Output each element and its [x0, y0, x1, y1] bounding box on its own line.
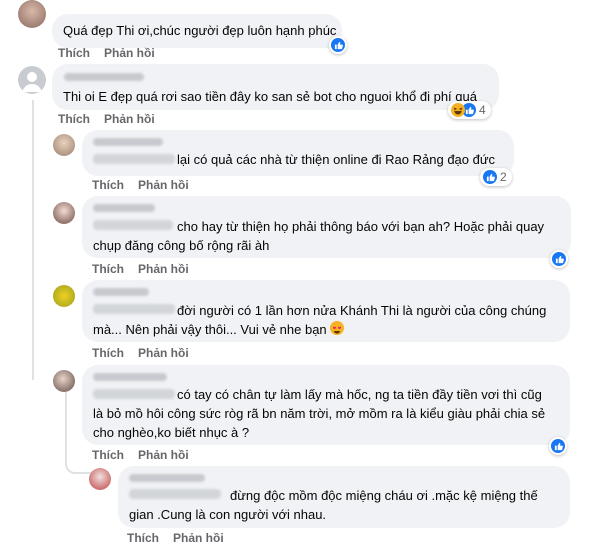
haha-reaction-icon	[451, 103, 465, 117]
comment-actions: Thích Phản hồi	[127, 531, 238, 545]
avatar[interactable]	[53, 202, 75, 224]
like-link[interactable]: Thích	[58, 112, 90, 126]
comment-actions: Thích Phản hồi	[92, 346, 203, 360]
comment-actions: Thích Phản hồi	[92, 178, 203, 192]
avatar[interactable]	[53, 134, 75, 156]
comment-bubble: đừng độc mồm độc miệng cháu ơi .mặc kệ m…	[118, 466, 570, 528]
tagged-name-blurred	[93, 389, 175, 399]
comment-actions: Thích Phản hồi	[92, 448, 203, 462]
reply-link[interactable]: Phản hồi	[138, 262, 189, 276]
tagged-name-blurred	[93, 304, 175, 314]
reply-link[interactable]: Phản hồi	[104, 112, 155, 126]
comment-bubble: lại có quả các nhà từ thiện online đi Ra…	[82, 130, 514, 176]
like-reaction-icon	[552, 252, 566, 266]
heart-eyes-emoji-icon	[330, 321, 345, 335]
comment-text-line: là bỏ mồ hôi công sức ròg rã bn năm trời…	[93, 406, 546, 421]
reply-link[interactable]: Phản hồi	[138, 346, 189, 360]
reaction-badge[interactable]: 4	[448, 101, 491, 119]
comment-actions: Thích Phản hồi	[58, 112, 169, 126]
comment-text-line: có tay có chân tự làm lấy mà hốc, ng ta …	[177, 387, 542, 402]
reply-link[interactable]: Phản hồi	[173, 531, 224, 545]
tagged-name-blurred	[93, 154, 175, 164]
comment-text-line: đời người có 1 lần hơn nửa Khánh Thi là …	[177, 303, 547, 318]
commenter-name-blurred	[93, 204, 155, 212]
commenter-name-blurred	[129, 474, 205, 482]
comment-text-line: cho nghèo,ko biết nhục à ?	[93, 425, 250, 440]
avatar[interactable]	[53, 285, 75, 307]
tagged-name-blurred	[129, 489, 221, 499]
reaction-badge[interactable]: 2	[480, 168, 512, 186]
comment-bubble: có tay có chân tự làm lấy mà hốc, ng ta …	[82, 365, 570, 445]
comment-text-line: mà... Nên phải vậy thôi... Vui vẻ nhe bạ…	[93, 319, 345, 340]
comment-text: Thi oi E đẹp quá rơi sao tiền đây ko san…	[63, 89, 477, 104]
comment-text-line: đừng độc mồm độc miệng cháu ơi .mặc kệ m…	[230, 488, 538, 503]
avatar[interactable]	[53, 370, 75, 392]
like-link[interactable]: Thích	[127, 531, 159, 545]
thread-line	[32, 100, 34, 380]
comment-text: Quá đẹp Thi ơi,chúc người đẹp luôn hạnh …	[63, 23, 337, 38]
comment-text-line: cho hay từ thiện họ phải thông báo với b…	[177, 219, 545, 234]
avatar[interactable]	[89, 468, 111, 490]
commenter-name-blurred	[93, 373, 167, 381]
like-link[interactable]: Thích	[92, 178, 124, 192]
reaction-badge[interactable]	[549, 437, 567, 455]
avatar[interactable]	[18, 66, 46, 94]
like-link[interactable]: Thích	[58, 46, 90, 60]
reaction-count: 2	[500, 170, 507, 184]
comment-bubble: Quá đẹp Thi ơi,chúc người đẹp luôn hạnh …	[52, 14, 342, 48]
comment-actions: Thích Phản hồi	[92, 262, 203, 276]
comment-bubble: cho hay từ thiện họ phải thông báo với b…	[82, 196, 571, 258]
reply-link[interactable]: Phản hồi	[138, 448, 189, 462]
commenter-name-blurred	[93, 288, 149, 296]
comment-text-line: chụp đăng công bố rộng rãi àh	[93, 238, 270, 253]
comment-text-line-content: mà... Nên phải vậy thôi... Vui vẻ nhe bạ…	[93, 322, 327, 337]
comment-text: lại có quả các nhà từ thiện online đi Ra…	[177, 152, 496, 167]
like-link[interactable]: Thích	[92, 262, 124, 276]
comment-text-line: gian .Cung là con người với nhau.	[129, 507, 327, 522]
like-reaction-icon	[551, 439, 565, 453]
like-link[interactable]: Thích	[92, 346, 124, 360]
reaction-badge[interactable]	[550, 250, 568, 268]
reply-link[interactable]: Phản hồi	[138, 178, 189, 192]
reaction-badge[interactable]	[329, 36, 347, 54]
like-link[interactable]: Thích	[92, 448, 124, 462]
like-reaction-icon	[331, 38, 345, 52]
like-reaction-icon	[483, 170, 497, 184]
commenter-name-blurred	[93, 138, 163, 146]
comment-bubble: đời người có 1 lần hơn nửa Khánh Thi là …	[82, 280, 570, 342]
tagged-name-blurred	[93, 220, 173, 230]
commenter-name-blurred	[64, 73, 144, 81]
reaction-count: 4	[479, 103, 486, 117]
comment-bubble: Thi oi E đẹp quá rơi sao tiền đây ko san…	[52, 64, 499, 110]
comment-actions: Thích Phản hồi	[58, 46, 169, 60]
avatar[interactable]	[18, 0, 46, 28]
reply-link[interactable]: Phản hồi	[104, 46, 155, 60]
